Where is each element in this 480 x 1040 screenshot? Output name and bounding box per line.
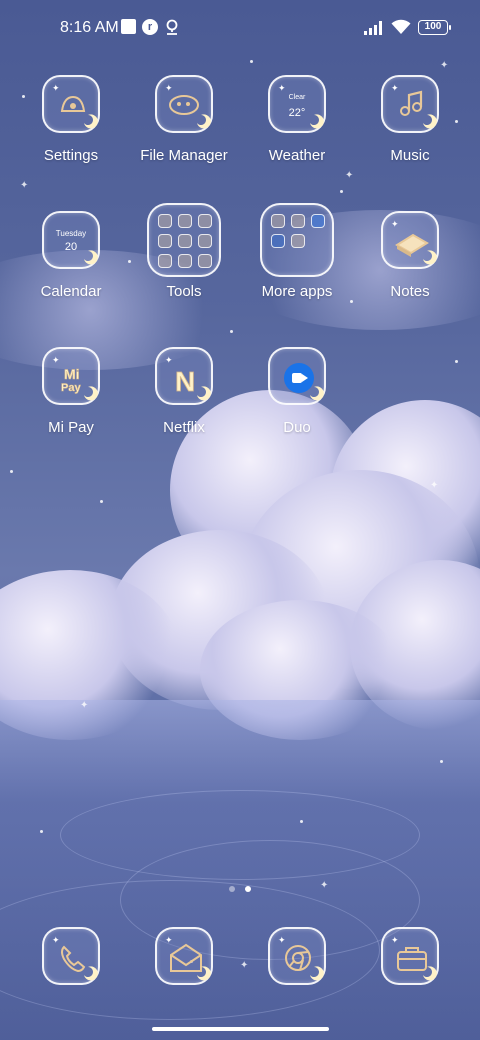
notes-icon: ✦	[381, 211, 439, 269]
mini-app-icon	[291, 234, 305, 248]
app-mi-pay[interactable]: ✦ Mi Pay Mi Pay	[16, 347, 126, 436]
settings-doodle-icon: ✦	[42, 75, 100, 133]
mini-app-icon	[158, 234, 172, 248]
chrome-icon: ✦	[268, 927, 326, 985]
dock-phone[interactable]: ✦	[16, 927, 126, 985]
svg-text:N: N	[175, 366, 195, 397]
mini-app-icon	[178, 234, 192, 248]
svg-text:✦: ✦	[278, 936, 286, 946]
weather-condition: Clear	[288, 94, 306, 101]
app-calendar[interactable]: Tuesday 20 Calendar	[16, 211, 126, 300]
status-bar: 8:16 AM r 100	[0, 0, 480, 56]
phone-icon: ✦	[42, 927, 100, 985]
home-gesture-bar[interactable]	[152, 1027, 329, 1031]
folder-icon	[260, 203, 334, 277]
dock-messages[interactable]: ✦	[129, 927, 239, 985]
app-label: Tools	[166, 283, 202, 300]
location-pin-icon	[165, 19, 179, 35]
app-label: Weather	[268, 147, 326, 164]
page-dot-active[interactable]	[245, 886, 251, 892]
svg-text:✦: ✦	[391, 936, 399, 946]
app-label: Netflix	[163, 419, 205, 436]
app-netflix[interactable]: ✦ N Netflix	[129, 347, 239, 436]
app-music[interactable]: ✦ Music	[355, 75, 465, 164]
briefcase-icon: ✦	[381, 927, 439, 985]
weather-icon: ✦ Clear 22°	[268, 75, 326, 133]
calendar-icon: Tuesday 20	[42, 211, 100, 269]
mini-app-icon	[158, 214, 172, 228]
mini-app-icon	[198, 234, 212, 248]
r-badge-icon: r	[142, 19, 158, 35]
app-label: Music	[390, 147, 430, 164]
svg-text:Mi: Mi	[64, 366, 80, 382]
svg-text:✦: ✦	[391, 220, 399, 230]
svg-text:✦: ✦	[165, 84, 173, 94]
app-label: File Manager	[140, 147, 228, 164]
page-indicator[interactable]	[0, 879, 480, 897]
folder-more-apps[interactable]: More apps	[242, 203, 352, 300]
page-dot[interactable]	[229, 886, 235, 892]
svg-text:✦: ✦	[165, 936, 173, 946]
folder-icon	[147, 203, 221, 277]
app-label: Duo	[283, 419, 311, 436]
weather-temperature: 22°	[288, 107, 306, 119]
mini-app-icon	[198, 214, 212, 228]
mini-app-icon	[178, 254, 192, 268]
app-notes[interactable]: ✦ Notes	[355, 211, 465, 300]
svg-text:✦: ✦	[391, 84, 399, 94]
mi-pay-icon: ✦ Mi Pay	[42, 347, 100, 405]
app-label: More apps	[261, 283, 333, 300]
app-file-manager[interactable]: ✦ File Manager	[129, 75, 239, 164]
duo-video-icon	[268, 347, 326, 405]
mini-app-icon	[311, 214, 325, 228]
app-label: Notes	[390, 283, 430, 300]
envelope-icon: ✦	[155, 927, 213, 985]
mini-app-icon	[158, 254, 172, 268]
svg-text:Pay: Pay	[61, 382, 81, 394]
app-label: Calendar	[40, 283, 102, 300]
dock-gallery[interactable]: ✦	[355, 927, 465, 985]
svg-text:✦: ✦	[52, 936, 60, 946]
svg-text:✦: ✦	[165, 356, 173, 366]
svg-text:✦: ✦	[52, 84, 60, 94]
mini-app-icon	[198, 254, 212, 268]
folder-tools[interactable]: Tools	[129, 203, 239, 300]
music-note-icon: ✦	[381, 75, 439, 133]
wifi-icon	[391, 18, 411, 35]
folder-doodle-icon: ✦	[155, 75, 213, 133]
netflix-icon: ✦ N	[155, 347, 213, 405]
mini-app-icon	[271, 214, 285, 228]
app-settings[interactable]: ✦ Settings	[16, 75, 126, 164]
mini-app-icon	[178, 214, 192, 228]
battery-icon: 100	[418, 20, 451, 35]
square-icon	[121, 19, 136, 34]
linkedin-mini-icon	[271, 234, 285, 248]
status-time: 8:16 AM	[60, 19, 119, 36]
app-label: Mi Pay	[48, 419, 94, 436]
svg-text:✦: ✦	[52, 356, 60, 366]
svg-text:✦: ✦	[278, 84, 286, 94]
signal-bars-icon	[364, 21, 384, 35]
mini-app-icon	[291, 214, 305, 228]
app-weather[interactable]: ✦ Clear 22° Weather	[242, 75, 352, 164]
app-label: Settings	[43, 147, 99, 164]
dock-browser[interactable]: ✦	[242, 927, 352, 985]
app-duo[interactable]: Duo	[242, 347, 352, 436]
